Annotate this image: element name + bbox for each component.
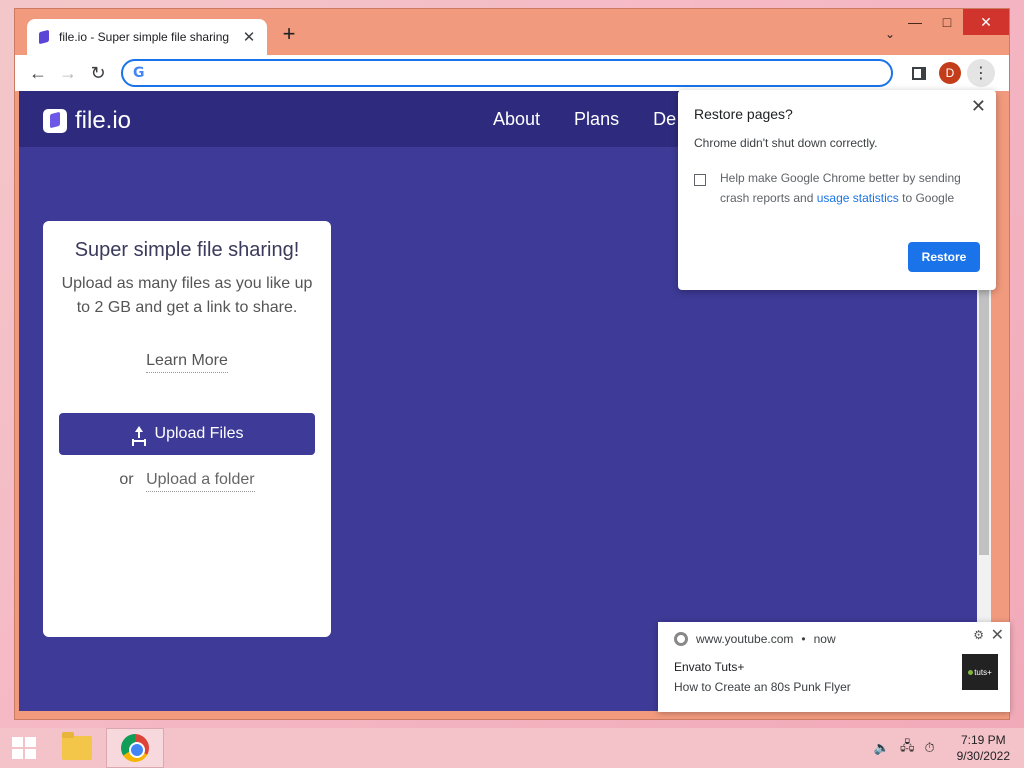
folder-icon (62, 732, 92, 760)
restore-button[interactable]: Restore (908, 242, 980, 272)
youtube-notification[interactable]: www.youtube.com • now ⚙ ✕ Envato Tuts+ H… (658, 622, 1010, 712)
minimize-button[interactable]: — (899, 9, 931, 35)
usage-stats-text: Help make Google Chrome better by sendin… (720, 168, 980, 208)
taskbar: 🔈 🖧 ⏱ 7:19 PM 9/30/2022 (0, 728, 1024, 768)
thumb-text: tuts+ (974, 667, 992, 677)
logo-text: file.io (75, 107, 132, 134)
chrome-mini-icon (674, 632, 688, 646)
notification-header: www.youtube.com • now (674, 632, 836, 646)
card-title: Super simple file sharing! (74, 239, 300, 261)
notification-body: How to Create an 80s Punk Flyer (674, 680, 851, 694)
close-window-button[interactable]: ✕ (963, 9, 1009, 35)
google-g-icon: G (133, 65, 145, 81)
maximize-button[interactable]: □ (931, 9, 963, 35)
clock-date: 9/30/2022 (956, 749, 1010, 763)
action-center-icon[interactable]: ⏱ (924, 740, 934, 756)
notification-title: Envato Tuts+ (674, 660, 745, 674)
omnibox[interactable]: G (121, 59, 893, 87)
restore-close-icon[interactable]: ✕ (971, 96, 986, 117)
notification-separator: • (801, 632, 806, 646)
address-input[interactable] (152, 65, 881, 81)
restore-message: Chrome didn't shut down correctly. (694, 136, 878, 150)
chrome-icon (121, 734, 149, 762)
kebab-menu-icon[interactable]: ⋮ (967, 59, 995, 87)
upload-icon (131, 426, 147, 442)
notification-time: now (813, 632, 836, 646)
desktop-edge-fragment (0, 56, 10, 70)
site-nav: About Plans De (493, 109, 676, 130)
upload-files-button[interactable]: Upload Files (59, 413, 315, 455)
notification-close-icon[interactable]: ✕ (991, 625, 1004, 645)
forward-arrow-icon[interactable]: → (53, 58, 83, 88)
usage-stats-checkbox[interactable] (694, 174, 706, 186)
or-text: or (119, 471, 134, 488)
upload-folder-link[interactable]: Upload a folder (146, 471, 255, 492)
nav-plans[interactable]: Plans (574, 109, 619, 130)
windows-logo-icon (12, 737, 36, 759)
volume-muted-icon[interactable]: 🔈 (874, 740, 890, 756)
new-tab-button[interactable]: + (277, 23, 301, 47)
tab-title: file.io - Super simple file sharing (59, 30, 230, 44)
fileio-logo-icon (43, 109, 67, 133)
tab-close-icon[interactable]: ✕ (241, 28, 257, 46)
upload-card: Super simple file sharing! Upload as man… (43, 221, 331, 637)
usage-stats-checkbox-row: Help make Google Chrome better by sendin… (694, 171, 980, 208)
nav-about[interactable]: About (493, 109, 540, 130)
tab-fileio[interactable]: file.io - Super simple file sharing ✕ (27, 19, 267, 55)
restore-pages-dialog: Restore pages? ✕ Chrome didn't shut down… (678, 90, 996, 290)
notification-source: www.youtube.com (696, 632, 794, 646)
taskbar-file-explorer[interactable] (48, 728, 106, 768)
window-controls: — □ ✕ (899, 9, 1009, 37)
taskbar-chrome[interactable] (106, 728, 164, 768)
system-tray: 🔈 🖧 ⏱ 7:19 PM 9/30/2022 (874, 728, 1010, 768)
toolbar-right: D ⋮ (905, 59, 995, 87)
learn-more-link[interactable]: Learn More (146, 352, 228, 373)
usage-statistics-link[interactable]: usage statistics (817, 191, 899, 205)
upload-folder-row: or Upload a folder (43, 471, 331, 492)
clock-time: 7:19 PM (960, 733, 1006, 747)
upload-files-label: Upload Files (154, 425, 244, 442)
notification-thumbnail: tuts+ (962, 654, 998, 690)
taskbar-clock[interactable]: 7:19 PM 9/30/2022 (957, 732, 1010, 764)
tab-strip: file.io - Super simple file sharing ✕ + … (15, 9, 1009, 55)
side-panel-icon[interactable] (905, 59, 933, 87)
site-logo[interactable]: file.io (43, 107, 131, 135)
network-icon[interactable]: 🖧 (900, 737, 915, 759)
tab-search-chevron-icon[interactable]: ⌄ (885, 27, 895, 41)
scrollbar-thumb[interactable] (979, 277, 989, 555)
nav-developers[interactable]: De (653, 109, 676, 130)
start-button[interactable] (0, 728, 48, 768)
card-description: Upload as many files as you like up to 2… (61, 275, 313, 316)
tuts-leaf-icon (968, 669, 974, 675)
restore-title: Restore pages? (694, 106, 793, 122)
browser-toolbar: ← → ↻ G D ⋮ (15, 55, 1009, 91)
reload-icon[interactable]: ↻ (83, 58, 113, 88)
fileio-favicon-icon (37, 30, 51, 44)
back-arrow-icon[interactable]: ← (23, 58, 53, 88)
notification-gear-icon[interactable]: ⚙ (973, 628, 984, 642)
profile-avatar[interactable]: D (939, 62, 961, 84)
usage-stats-text-part2: to Google (902, 191, 955, 205)
